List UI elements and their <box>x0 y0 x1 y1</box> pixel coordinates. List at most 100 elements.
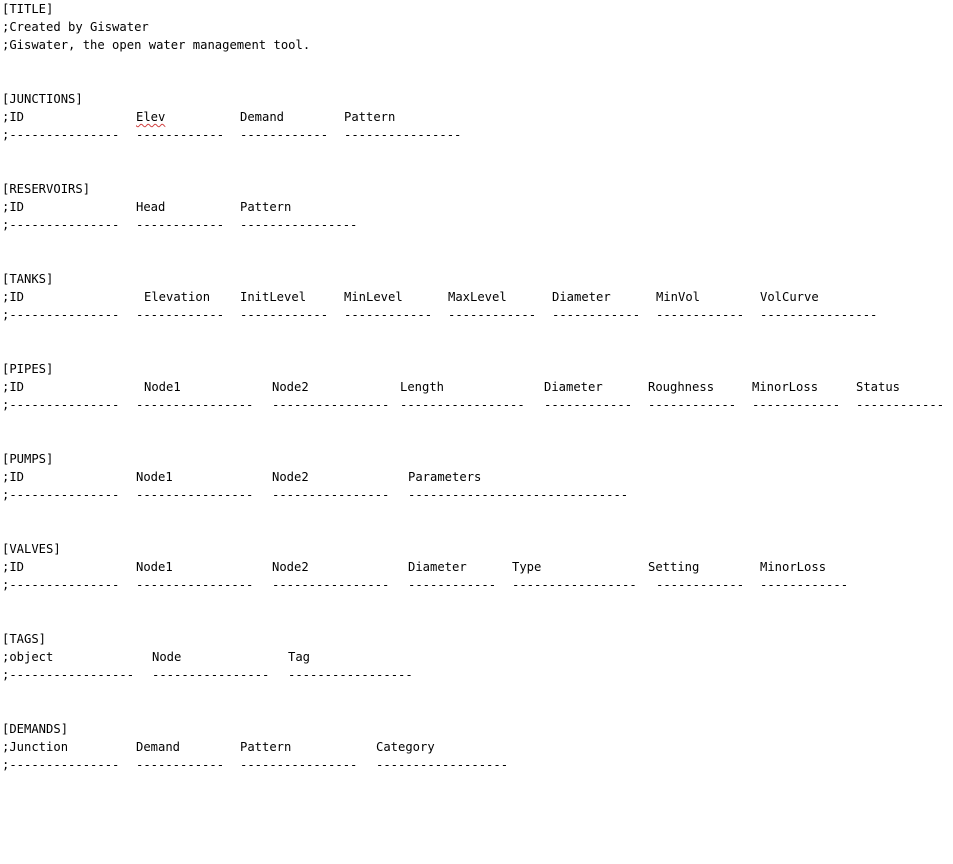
column-header: Demand <box>240 110 285 124</box>
column-header-row: ;ID Node1 Node2 Diameter Type Setting Mi… <box>2 558 826 576</box>
separator: ---------------- <box>136 398 254 412</box>
separator: ------------ <box>656 308 745 322</box>
separator: ---------------- <box>272 398 390 412</box>
column-header: Roughness <box>648 380 715 394</box>
column-header: ;Junction <box>2 740 69 754</box>
column-header: ;object <box>2 650 54 664</box>
section-header-valves: [VALVES] <box>2 542 61 556</box>
separator: ---------------- <box>760 308 878 322</box>
separator: ------------ <box>344 308 433 322</box>
separator: ---------------- <box>344 128 462 142</box>
comment-line: ;Giswater, the open water management too… <box>2 38 311 52</box>
column-header: ;ID <box>2 380 25 394</box>
section-header-reservoirs: [RESERVOIRS] <box>2 182 91 196</box>
separator: ------------ <box>240 128 329 142</box>
separator: ---------------- <box>272 488 390 502</box>
column-header: Pattern <box>240 740 292 754</box>
column-header: Setting <box>648 560 700 574</box>
separator: ------------ <box>136 128 225 142</box>
column-header: Node <box>152 650 182 664</box>
separator-row: ;--------------- ------------ ----------… <box>2 756 508 774</box>
column-header: MinLevel <box>344 290 403 304</box>
column-header: Length <box>400 380 445 394</box>
separator: ------------ <box>408 578 497 592</box>
comment-line: ;Created by Giswater <box>2 20 149 34</box>
separator: ----------------- <box>288 668 413 682</box>
separator-row: ;--------------- ---------------- ------… <box>2 576 848 594</box>
separator: ------------ <box>544 398 633 412</box>
column-header-row: ;ID Elev Demand Pattern <box>2 108 395 126</box>
separator: ;--------------- <box>2 578 120 592</box>
column-header: Type <box>512 560 542 574</box>
column-header: InitLevel <box>240 290 307 304</box>
column-header: Status <box>856 380 901 394</box>
column-header: Diameter <box>544 380 603 394</box>
column-header-row: ;object Node Tag <box>2 648 310 666</box>
column-header: ;ID <box>2 560 25 574</box>
section-header-pumps: [PUMPS] <box>2 452 54 466</box>
column-header: Node2 <box>272 560 309 574</box>
column-header: Elevation <box>144 290 211 304</box>
separator: ------------------------------ <box>408 488 629 502</box>
separator: ------------ <box>448 308 537 322</box>
separator: ------------ <box>760 578 849 592</box>
column-header: Node1 <box>136 470 173 484</box>
column-header: ;ID <box>2 110 25 124</box>
column-header: Category <box>376 740 435 754</box>
section-header-tags: [TAGS] <box>2 632 47 646</box>
separator: ------------ <box>240 308 329 322</box>
column-header: Node1 <box>144 380 181 394</box>
separator: ;--------------- <box>2 128 120 142</box>
column-header: MinorLoss <box>752 380 819 394</box>
section-header-pipes: [PIPES] <box>2 362 54 376</box>
column-header: MinVol <box>656 290 701 304</box>
column-header: Node1 <box>136 560 173 574</box>
column-header-row: ;ID Node1 Node2 Length Diameter Roughnes… <box>2 378 900 396</box>
separator-row: ;--------------- ---------------- ------… <box>2 486 628 504</box>
separator: ---------------- <box>240 758 358 772</box>
text-document: [TITLE] ;Created by Giswater ;Giswater, … <box>2 0 944 774</box>
column-header-row: ;ID Node1 Node2 Parameters <box>2 468 481 486</box>
column-header: Node2 <box>272 470 309 484</box>
separator-row: ;--------------- ------------ ----------… <box>2 306 877 324</box>
section-header-demands: [DEMANDS] <box>2 722 69 736</box>
column-header: ;ID <box>2 200 25 214</box>
separator: ---------------- <box>240 218 358 232</box>
column-header: Node2 <box>272 380 309 394</box>
section-header-title: [TITLE] <box>2 2 54 16</box>
separator: ;--------------- <box>2 398 120 412</box>
separator: ---------------- <box>136 578 254 592</box>
separator: ;--------------- <box>2 308 120 322</box>
separator: ------------ <box>752 398 841 412</box>
column-header: Pattern <box>344 110 396 124</box>
column-header: VolCurve <box>760 290 819 304</box>
separator: ---------------- <box>136 488 254 502</box>
column-header: MinorLoss <box>760 560 827 574</box>
separator: ;--------------- <box>2 488 120 502</box>
separator: ---------------- <box>272 578 390 592</box>
column-header: Pattern <box>240 200 292 214</box>
section-header-tanks: [TANKS] <box>2 272 54 286</box>
column-header-row: ;Junction Demand Pattern Category <box>2 738 435 756</box>
separator-row: ;----------------- ---------------- ----… <box>2 666 413 684</box>
separator-row: ;--------------- ------------ ----------… <box>2 216 357 234</box>
separator: ------------ <box>136 308 225 322</box>
separator: ;----------------- <box>2 668 135 682</box>
separator: ------------------ <box>376 758 509 772</box>
separator-row: ;--------------- ---------------- ------… <box>2 396 944 414</box>
separator: ----------------- <box>400 398 525 412</box>
separator: ------------ <box>136 758 225 772</box>
